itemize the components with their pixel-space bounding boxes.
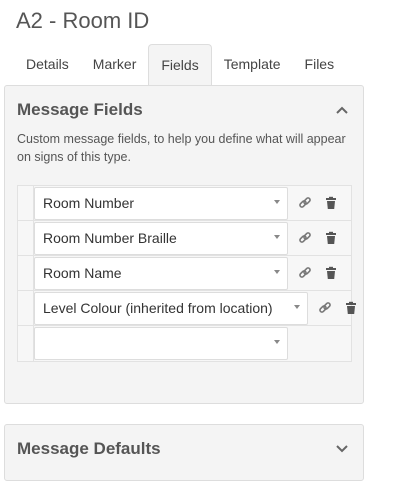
link-icon[interactable] [298, 266, 312, 280]
message-fields-description: Custom message fields, to help you defin… [17, 132, 346, 164]
tab-details[interactable]: Details [14, 44, 81, 85]
field-row [18, 326, 351, 361]
tab-fields[interactable]: Fields [148, 44, 212, 86]
tab-marker[interactable]: Marker [81, 44, 149, 85]
field-select[interactable]: Room Name [34, 257, 288, 290]
field-select-value: Room Name [43, 265, 122, 281]
tab-template[interactable]: Template [212, 44, 293, 85]
link-icon[interactable] [298, 196, 312, 210]
caret-down-icon [274, 235, 280, 239]
message-fields-panel: Message Fields Custom message fields, to… [4, 85, 364, 404]
trash-icon[interactable] [324, 196, 338, 210]
field-select[interactable]: Room Number [34, 187, 288, 220]
message-defaults-panel: Message Defaults [4, 424, 364, 481]
caret-down-icon [274, 270, 280, 274]
page-title: A2 - Room ID [16, 8, 150, 33]
caret-down-icon [274, 200, 280, 204]
field-row: Room Name [18, 256, 351, 291]
message-defaults-title: Message Defaults [17, 439, 161, 458]
drag-handle[interactable] [18, 291, 34, 325]
field-select-value: Room Number [43, 195, 135, 211]
field-row: Room Number Braille [18, 221, 351, 256]
drag-handle[interactable] [18, 186, 34, 220]
link-icon[interactable] [298, 231, 312, 245]
message-fields-header[interactable]: Message Fields [17, 100, 349, 120]
link-icon[interactable] [318, 301, 332, 315]
field-select[interactable]: Room Number Braille [34, 222, 288, 255]
field-select[interactable] [34, 327, 288, 360]
chevron-down-icon[interactable] [335, 444, 349, 454]
chevron-up-icon[interactable] [335, 105, 349, 115]
field-select-value: Level Colour (inherited from location) [43, 300, 273, 316]
field-list: Room Number Room Number Braille Room Nam… [17, 185, 356, 362]
message-fields-title: Message Fields [17, 100, 143, 119]
drag-handle[interactable] [18, 326, 34, 361]
caret-down-icon [274, 340, 280, 344]
tab-files[interactable]: Files [293, 44, 347, 85]
field-row: Room Number [18, 186, 351, 221]
field-select-value: Room Number Braille [43, 230, 177, 246]
caret-down-icon [294, 305, 300, 309]
field-row: Level Colour (inherited from location) [18, 291, 356, 326]
trash-icon[interactable] [344, 301, 358, 315]
trash-icon[interactable] [324, 266, 338, 280]
drag-handle[interactable] [18, 256, 34, 290]
message-defaults-header[interactable]: Message Defaults [17, 439, 349, 459]
drag-handle[interactable] [18, 221, 34, 255]
trash-icon[interactable] [324, 231, 338, 245]
field-select[interactable]: Level Colour (inherited from location) [34, 292, 308, 325]
tab-bar: Details Marker Fields Template Files [14, 44, 346, 86]
